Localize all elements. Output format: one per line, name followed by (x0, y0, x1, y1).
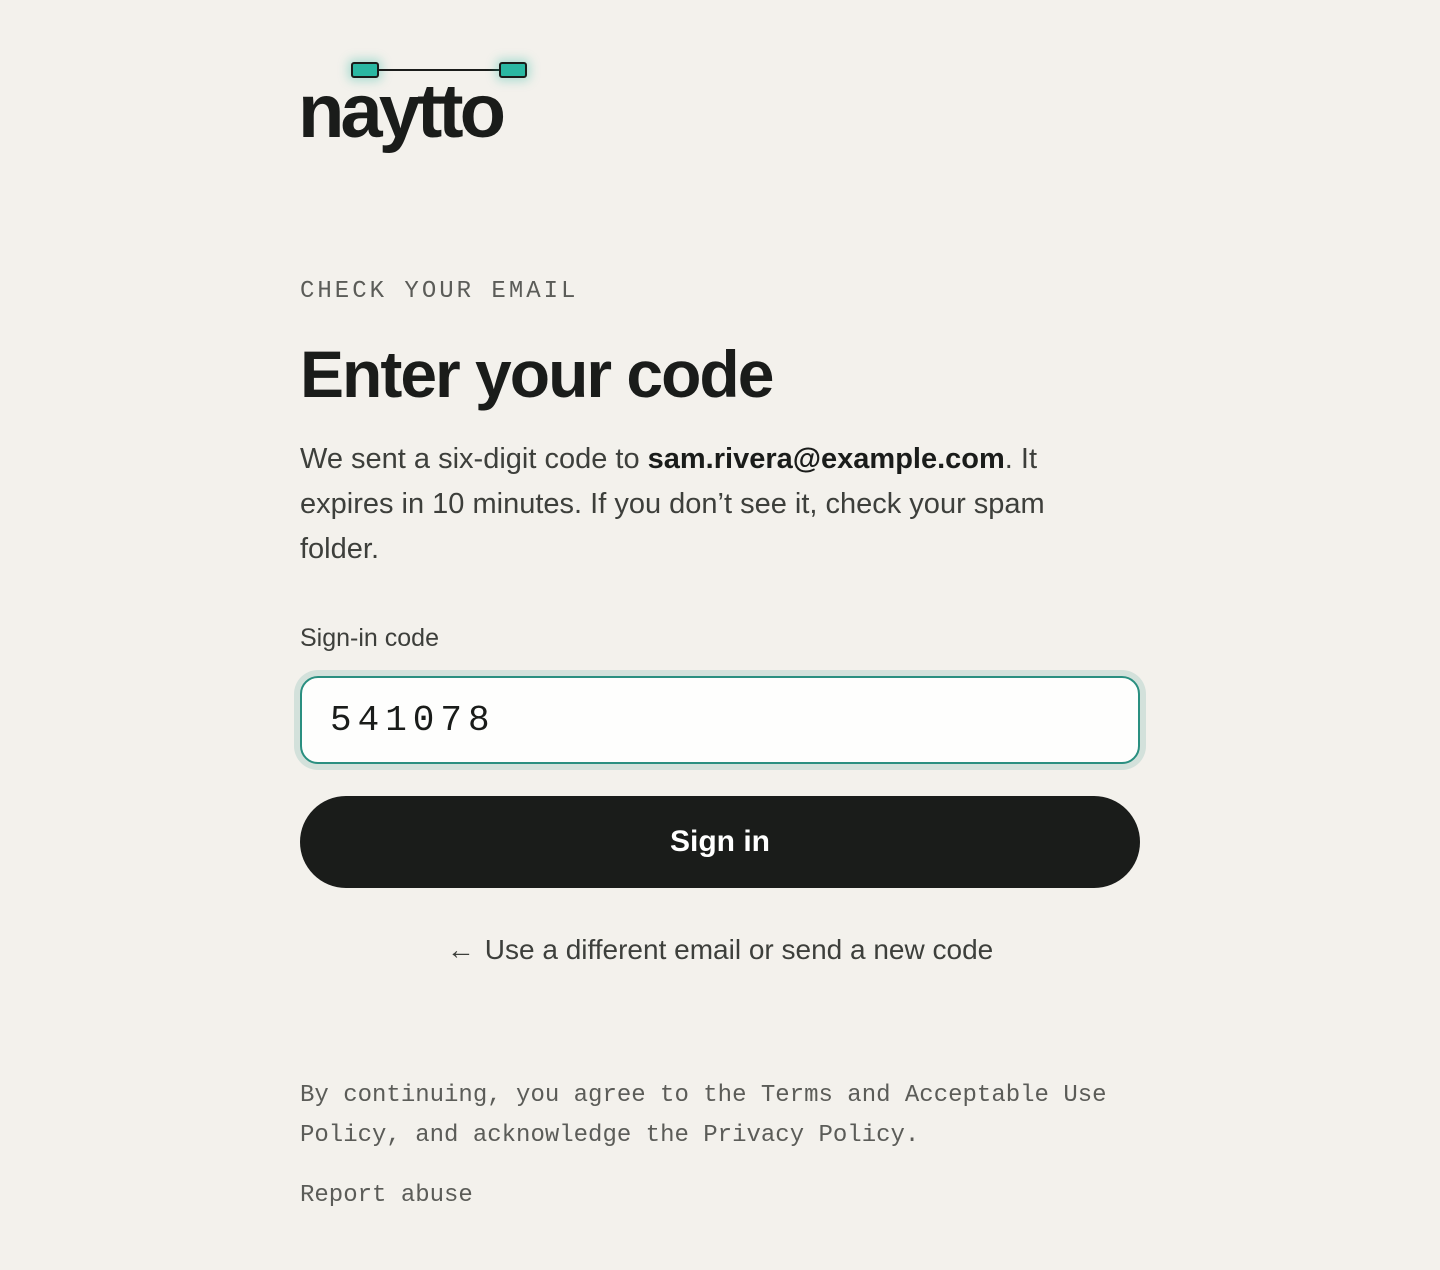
logo-node-right-icon (499, 62, 527, 78)
legal-middle: , and acknowledge the (386, 1122, 704, 1149)
brand-wordmark: naytto (298, 69, 506, 154)
eyebrow-label: CHECK YOUR EMAIL (300, 278, 579, 305)
different-email-link[interactable]: ← Use a different email or send a new cod… (300, 934, 1140, 966)
brand-logo: naytto (298, 58, 560, 168)
description-prefix: We sent a six-digit code to (300, 443, 648, 475)
report-abuse-link[interactable]: Report abuse (300, 1182, 473, 1209)
privacy-policy-link[interactable]: Privacy Policy (703, 1122, 905, 1149)
arrow-left-icon: ← (446, 934, 475, 965)
legal-suffix: . (904, 1122, 920, 1149)
legal-prefix: By continuing, you agree to the (300, 1082, 761, 1109)
recipient-email: sam.rivera@example.com (647, 443, 1005, 475)
signin-code-input[interactable] (300, 676, 1140, 764)
legal-notice: By continuing, you agree to the Terms an… (300, 1076, 1140, 1156)
code-field-label: Sign-in code (300, 624, 439, 652)
description-text: We sent a six-digit code to sam.rivera@e… (300, 437, 1080, 572)
page-title: Enter your code (300, 337, 774, 411)
sign-in-button[interactable]: Sign in (300, 796, 1140, 888)
different-email-link-label: Use a different email or send a new code (484, 934, 994, 965)
